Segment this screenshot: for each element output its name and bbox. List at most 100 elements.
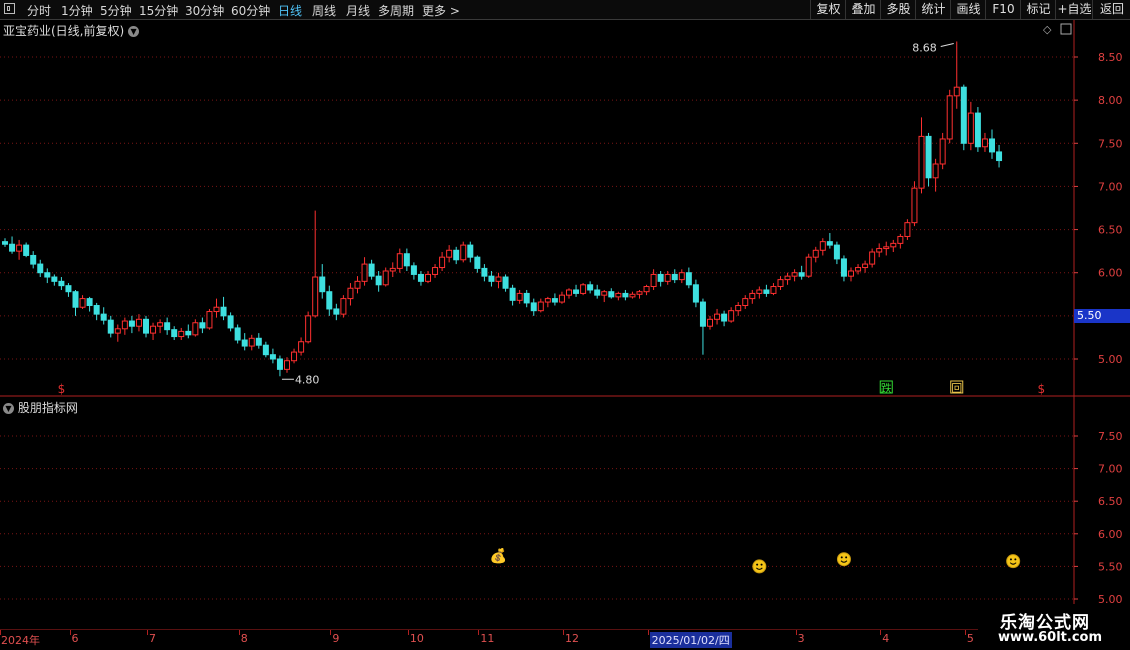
candle-body xyxy=(30,254,37,265)
time-axis-label: 4 xyxy=(882,632,890,645)
sub-tick-label: 7.50 xyxy=(1098,430,1123,443)
candle-body xyxy=(460,244,467,261)
candle-body xyxy=(51,276,58,282)
candle-body xyxy=(939,138,946,165)
time-axis-label: 11 xyxy=(480,632,495,645)
watermark-url: www.60lt.com xyxy=(998,630,1103,645)
sub-tick-label: 6.50 xyxy=(1098,495,1123,508)
candle-body xyxy=(495,276,502,282)
candle-body xyxy=(333,308,340,315)
period-tab-1[interactable]: 1分钟 xyxy=(61,2,93,19)
candle-body xyxy=(474,256,481,269)
candle-body xyxy=(446,249,453,258)
period-tab-4[interactable]: 30分钟 xyxy=(185,2,224,19)
smiley-eye xyxy=(1014,558,1017,561)
candle-body xyxy=(763,289,770,294)
candle-body xyxy=(396,253,403,269)
smiley-eye xyxy=(840,556,843,559)
candle-body xyxy=(9,243,16,252)
current-price-tag: 5.50 xyxy=(1074,308,1130,323)
candle-body xyxy=(678,272,685,281)
candle-body xyxy=(523,292,530,304)
candle-body xyxy=(692,284,699,303)
candle-body xyxy=(558,294,565,303)
candle-body xyxy=(326,291,333,310)
candle-body xyxy=(206,311,213,329)
kline-chart[interactable]: 5.005.506.006.507.007.508.008.505.005.50… xyxy=(0,20,1130,630)
candle-body xyxy=(143,318,149,334)
time-axis-label: 8 xyxy=(240,632,248,645)
sub-tick-label: 5.50 xyxy=(1098,560,1123,573)
period-tab-3[interactable]: 15分钟 xyxy=(139,2,178,19)
candle-body xyxy=(284,360,290,370)
main-tick-label: 6.00 xyxy=(1098,267,1123,280)
candle-body xyxy=(509,287,516,301)
time-axis-label: 2025/01/02/四 xyxy=(649,632,732,648)
time-axis-tick xyxy=(795,630,797,635)
candle-body xyxy=(932,163,939,179)
signal-label: 跌 xyxy=(881,381,892,395)
candle-body xyxy=(664,273,671,282)
time-axis-label: 9 xyxy=(332,632,340,645)
candle-body xyxy=(685,272,692,286)
toolbar-button-2[interactable]: 多股 xyxy=(880,0,916,19)
period-tab-6[interactable]: 日线 xyxy=(278,2,302,19)
candle-body xyxy=(876,248,883,253)
period-tab-7[interactable]: 周线 xyxy=(312,2,336,19)
signal-label: 回 xyxy=(951,382,962,395)
candle-body xyxy=(255,337,262,346)
smiley-icon xyxy=(752,559,767,574)
smiley-eye xyxy=(1009,558,1012,561)
candle-body xyxy=(791,272,798,277)
candle-body xyxy=(199,322,206,329)
main-tick-label: 8.00 xyxy=(1098,94,1123,107)
candle-body xyxy=(580,284,587,294)
main-tick-label: 5.00 xyxy=(1098,353,1123,366)
candle-body xyxy=(798,272,805,277)
toolbar-button-4[interactable]: 画线 xyxy=(950,0,986,19)
candle-body xyxy=(608,291,615,298)
period-tab-5[interactable]: 60分钟 xyxy=(231,2,270,19)
candle-body xyxy=(721,313,728,322)
toolbar-button-3[interactable]: 统计 xyxy=(915,0,951,19)
toolbar-button-7[interactable]: +自选 xyxy=(1055,0,1093,19)
candle-body xyxy=(213,306,220,313)
candle-body xyxy=(262,344,269,356)
candle-body xyxy=(777,279,784,288)
menu-icon[interactable] xyxy=(4,3,15,14)
window-toggle-icon xyxy=(1060,23,1072,35)
toolbar-button-0[interactable]: 复权 xyxy=(810,0,846,19)
candle-body xyxy=(234,327,241,341)
toolbar-button-5[interactable]: F10 xyxy=(985,0,1021,19)
candle-body xyxy=(671,273,678,281)
candle-body xyxy=(107,319,114,334)
smiley-eye xyxy=(845,556,848,559)
candle-body xyxy=(502,276,509,289)
time-axis-tick xyxy=(478,630,480,635)
period-tab-9[interactable]: 多周期 xyxy=(378,2,414,19)
toolbar-button-8[interactable]: 返回 xyxy=(1092,0,1130,19)
candle-body xyxy=(417,273,424,282)
more-periods-button[interactable]: 更多 > xyxy=(422,2,460,19)
period-tab-2[interactable]: 5分钟 xyxy=(100,2,132,19)
candle-body xyxy=(319,276,326,293)
candle-body xyxy=(805,256,812,277)
sub-tick-label: 6.00 xyxy=(1098,528,1123,541)
period-tab-8[interactable]: 月线 xyxy=(346,2,370,19)
candle-body xyxy=(636,291,643,295)
candle-body xyxy=(340,298,347,315)
time-axis-tick xyxy=(880,630,882,635)
toolbar-button-6[interactable]: 标记 xyxy=(1020,0,1056,19)
candle-body xyxy=(996,151,1003,162)
diamond-icon: ◇ xyxy=(1043,23,1052,36)
candle-body xyxy=(305,315,312,343)
smiley-icon xyxy=(1006,554,1021,569)
candle-body xyxy=(833,244,840,260)
period-tab-0[interactable]: 分时 xyxy=(27,2,51,19)
candle-body xyxy=(728,310,735,322)
candle-body xyxy=(643,286,650,293)
candle-body xyxy=(37,263,44,274)
candle-body xyxy=(770,286,777,294)
time-axis-label: 10 xyxy=(409,632,424,645)
toolbar-button-1[interactable]: 叠加 xyxy=(845,0,881,19)
